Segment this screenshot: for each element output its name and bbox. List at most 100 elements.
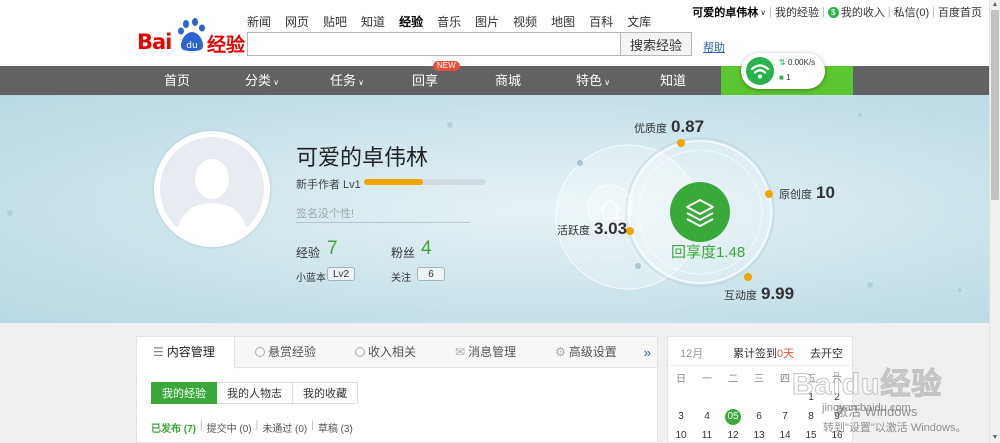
calendar-day[interactable]: 15 (798, 428, 824, 442)
calendar-day-label: 4 (704, 411, 710, 422)
fans-value[interactable]: 4 (421, 238, 432, 260)
updown-arrow-icon: ⇅ (779, 58, 786, 67)
nav-item-category[interactable]: 分类 ∨ (222, 66, 302, 95)
follow-label: 关注 (391, 273, 411, 284)
my-income-link[interactable]: 我的收入 (841, 4, 885, 20)
banner-decoration (7, 113, 962, 292)
channel-link-active[interactable]: 经验 (399, 13, 423, 30)
baidu-home-link[interactable]: 百度首页 (938, 4, 982, 20)
baidu-jingyan-logo[interactable]: Bai du 经验 (137, 16, 247, 56)
level-label: 新手作者 Lv1 (296, 179, 361, 191)
mail-icon: ✉ (455, 345, 466, 359)
calendar-day[interactable]: 4 (694, 409, 720, 425)
profile-banner: 可爱的卓伟林 新手作者 Lv1 签名没个性! 经验 7 粉丝 4 小蓝本 Lv2… (0, 95, 1000, 323)
page-scrollbar[interactable]: ▲ ▼ (989, 0, 1000, 443)
username-link[interactable]: 可爱的卓伟林 (692, 4, 758, 20)
tab-advanced-settings[interactable]: ⚙ 高级设置 (555, 337, 617, 368)
calendar-weekday: 六 (832, 374, 842, 385)
calendar-day-label: 12 (727, 430, 739, 441)
interaction-value: 9.99 (761, 284, 795, 303)
lock-icon: ■ (779, 73, 784, 82)
nav-item-share[interactable]: 回享 NEW (385, 61, 465, 95)
quality-label: 优质度 (634, 123, 667, 135)
search-button[interactable]: 搜索经验 (621, 32, 692, 56)
tab-reward[interactable]: 悬赏经验 (255, 337, 316, 368)
calendar-day[interactable]: 1 (798, 390, 824, 406)
avatar[interactable] (154, 131, 270, 247)
channel-link[interactable]: 知道 (361, 13, 385, 30)
subtab-my-profile[interactable]: 我的人物志 (217, 382, 293, 404)
channel-link[interactable]: 百科 (589, 13, 613, 30)
channel-link[interactable]: 地图 (551, 13, 575, 30)
divider: | (769, 6, 772, 18)
count-value: 1 (786, 73, 791, 82)
search-input[interactable] (247, 32, 621, 56)
chevron-down-icon: ∨ (270, 78, 280, 87)
follow-value[interactable]: 6 (417, 267, 445, 281)
blue-book-value[interactable]: Lv2 (327, 267, 356, 281)
coin-icon (255, 347, 265, 357)
channel-link[interactable]: 新闻 (247, 13, 271, 30)
wifi-icon (746, 57, 774, 85)
help-link[interactable]: 帮助 (703, 39, 725, 55)
calendar-day[interactable]: 8 (798, 409, 824, 425)
filter-published[interactable]: 已发布 (7) (151, 420, 196, 435)
chevron-down-icon: ∨ (601, 78, 611, 87)
calendar-day[interactable]: 13 (746, 428, 772, 442)
tab-content-manage[interactable]: ☰ 内容管理 (137, 337, 235, 369)
interaction-metric: 互动度 9.99 (724, 284, 794, 304)
calendar-day[interactable]: 6 (746, 409, 772, 425)
share-label: 回享度 (671, 244, 717, 261)
channel-link[interactable]: 视频 (513, 13, 537, 30)
filter-submitting[interactable]: 提交中 (0) (207, 420, 252, 435)
scroll-up-arrow-icon[interactable]: ▲ (990, 0, 1000, 10)
calendar-day[interactable]: 12 (720, 428, 746, 442)
calendar-day[interactable]: 10 (668, 428, 694, 442)
list-icon: ☰ (153, 345, 164, 359)
nav-item-label: 任务 (329, 73, 356, 88)
calendar-link[interactable]: 去开空 (810, 345, 843, 361)
channel-link[interactable]: 网页 (285, 13, 309, 30)
signed-label: 累计签到 (733, 348, 777, 360)
quality-metric: 优质度 0.87 (634, 117, 704, 137)
nav-item-home[interactable]: 首页 (137, 66, 217, 95)
subtab-my-favorites[interactable]: 我的收藏 (293, 382, 358, 404)
exp-value[interactable]: 7 (327, 238, 338, 260)
calendar-day[interactable]: 3 (668, 409, 694, 425)
calendar-day[interactable]: 14 (772, 428, 798, 442)
subtab-my-exp[interactable]: 我的经验 (151, 382, 217, 404)
calendar-day-label: 14 (779, 430, 791, 441)
calendar-day[interactable]: 7 (772, 409, 798, 425)
channel-link[interactable]: 图片 (475, 13, 499, 30)
channel-link[interactable]: 贴吧 (323, 13, 347, 30)
more-tabs-button[interactable]: » (644, 337, 651, 368)
level-progress-fill (364, 179, 423, 185)
tab-income[interactable]: 收入相关 (355, 337, 416, 368)
nav-item-zhidao[interactable]: 知道 (633, 66, 713, 95)
scrollbar-thumb[interactable] (991, 10, 999, 200)
nav-item-task[interactable]: 任务 ∨ (307, 66, 387, 95)
nav-item-feature[interactable]: 特色 ∨ (553, 66, 633, 95)
nav-item-label: 商城 (494, 73, 521, 88)
network-speed-widget[interactable]: ⇅ 0.00K/s ■ 1 (741, 53, 825, 89)
signature-field[interactable]: 签名没个性! (296, 205, 470, 223)
tab-messages[interactable]: ✉ 消息管理 (455, 337, 516, 368)
calendar-day[interactable]: 11 (694, 428, 720, 442)
channel-link[interactable]: 音乐 (437, 13, 461, 30)
scroll-down-arrow-icon[interactable]: ▼ (990, 433, 1000, 443)
filter-drafts[interactable]: 草稿 (3) (318, 420, 353, 435)
my-exp-link[interactable]: 我的经验 (775, 4, 819, 20)
calendar-day-label: 11 (701, 430, 713, 441)
filter-rejected[interactable]: 未通过 (0) (262, 420, 307, 435)
nav-item-mall[interactable]: 商城 (468, 66, 548, 95)
messages-link[interactable]: 私信(0) (894, 4, 929, 20)
calendar-day-today[interactable]: 05 (720, 409, 746, 425)
channel-link[interactable]: 文库 (627, 13, 651, 30)
calendar-day-label: 6 (756, 411, 762, 422)
tab-label: 消息管理 (468, 345, 517, 359)
signed-count: 0天 (777, 348, 795, 360)
chevron-down-icon[interactable]: ∨ (760, 8, 766, 17)
calendar-header: 12月 累计签到0天 去开空 (668, 337, 852, 366)
fans-label: 粉丝 (391, 246, 416, 260)
calendar-day-label: 3 (678, 411, 684, 422)
